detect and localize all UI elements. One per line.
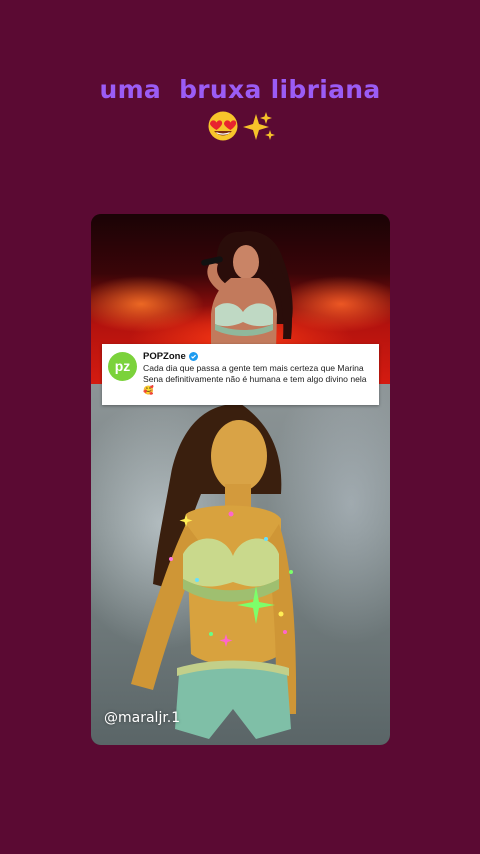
tweet-account-name[interactable]: POPZone [143,351,186,362]
glitter-sparkles-overlay [169,511,293,647]
caption-text: uma bruxa libriana [99,75,381,104]
glitter-dot-icon [169,557,173,561]
verified-badge-icon [188,351,198,361]
story-caption: uma bruxa libriana [0,74,480,142]
tweet-embed[interactable]: pz POPZone Cada dia que passa a gente te… [102,344,379,405]
sparkles-emoji-icon [243,112,275,140]
sparkle-star-icon [237,586,275,624]
story-screen: { "caption": { "line1": "uma bruxa libri… [0,0,480,854]
caption-emojis [208,111,275,141]
post-photo-card: pz POPZone Cada dia que passa a gente te… [91,214,390,745]
glitter-dot-icon [283,630,287,634]
creator-handle-watermark: @maraljr.1 [104,710,181,726]
glitter-dot-icon [278,611,284,617]
sparkle-star-icon [219,634,233,647]
glitter-dot-icon [264,537,268,541]
glitter-dot-icon [228,511,234,517]
heart-eyes-emoji-icon [208,111,238,141]
tweet-header: POPZone [143,350,198,362]
sparkle-star-icon [179,514,193,527]
glitter-dot-icon [209,632,213,636]
tweet-body-text: Cada dia que passa a gente tem mais cert… [143,363,367,395]
glitter-dot-icon [289,570,293,574]
glitter-dot-icon [195,578,199,582]
popzone-avatar[interactable]: pz [108,352,137,381]
